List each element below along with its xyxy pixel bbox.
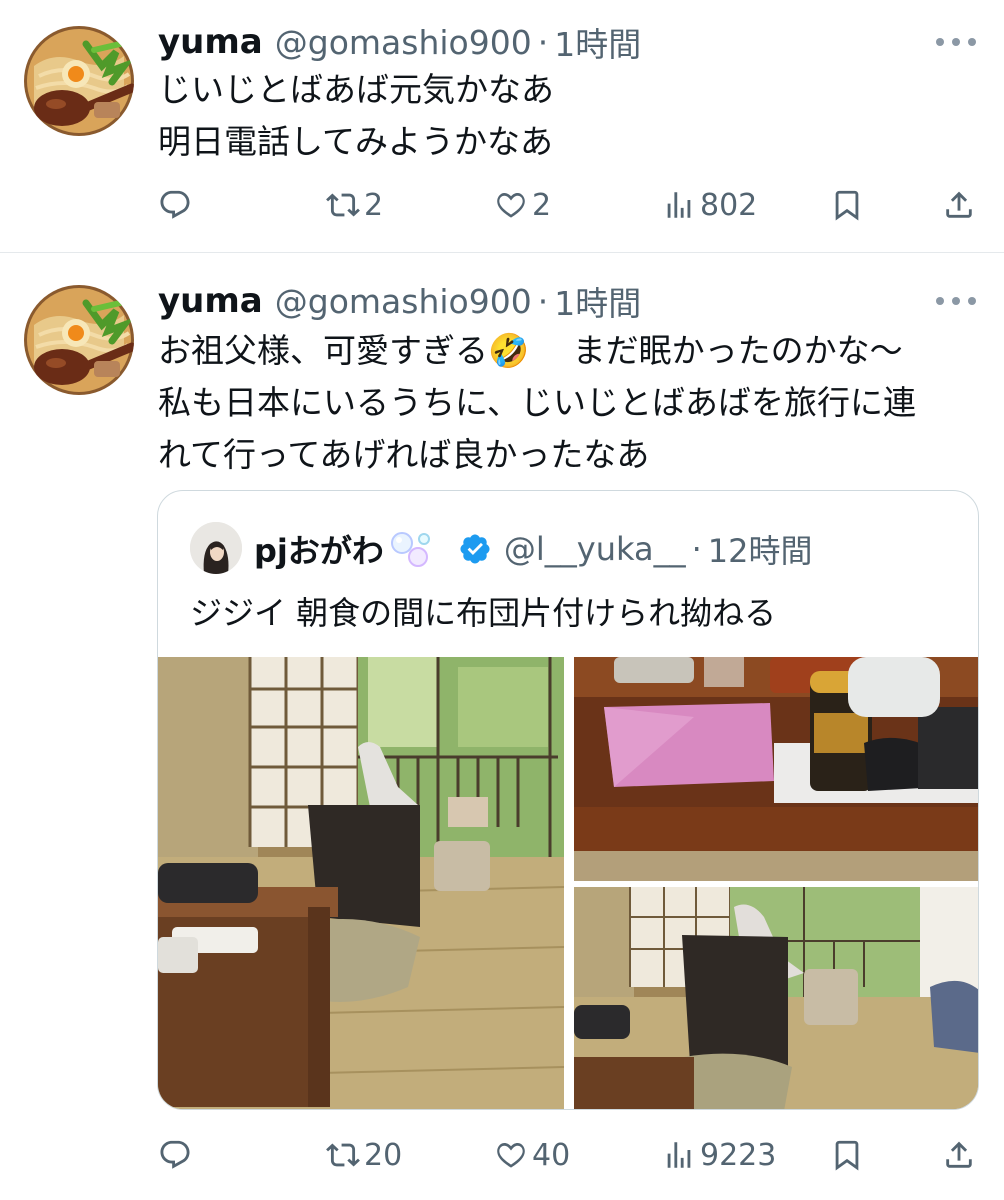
quote-text: ジジイ 朝食の間に布団片付けられ拗ねる bbox=[190, 594, 777, 632]
avatar[interactable] bbox=[190, 522, 242, 574]
tweet-text: じいじとばあば元気かなあ 明日電話してみようかなあ bbox=[158, 64, 554, 168]
share-icon bbox=[942, 188, 976, 222]
reply-button[interactable] bbox=[158, 183, 196, 227]
tweet-actions: 20 40 9223 bbox=[158, 1133, 978, 1177]
author-name[interactable]: yuma bbox=[158, 281, 263, 321]
avatar[interactable] bbox=[24, 285, 134, 395]
share-button[interactable] bbox=[942, 1133, 976, 1177]
like-icon bbox=[494, 1138, 528, 1172]
timestamp[interactable]: 1時間 bbox=[554, 18, 641, 66]
view-count: 9223 bbox=[700, 1137, 777, 1173]
quote-author-handle[interactable]: @l__yuka__ bbox=[504, 530, 686, 568]
share-button[interactable] bbox=[942, 183, 976, 227]
tweet-header: yuma @gomashio900 · 1時間 bbox=[158, 20, 641, 64]
reply-icon bbox=[158, 1138, 192, 1172]
tweet-text-line: じいじとばあば元気かなあ bbox=[158, 70, 554, 109]
views-icon bbox=[662, 188, 696, 222]
views-icon bbox=[662, 1138, 696, 1172]
photo-table[interactable] bbox=[574, 657, 978, 881]
view-count: 802 bbox=[700, 187, 758, 223]
tweet-text-line: 明日電話してみようかなあ bbox=[158, 122, 554, 161]
author-name[interactable]: yuma bbox=[158, 22, 263, 62]
photo-room[interactable] bbox=[158, 657, 564, 1109]
author-handle[interactable]: @gomashio900 bbox=[275, 23, 532, 62]
more-icon[interactable] bbox=[936, 36, 976, 48]
author-handle[interactable]: @gomashio900 bbox=[275, 282, 532, 321]
tweet-text: お祖父様、可愛すぎる🤣 まだ眠かったのかな〜 私も日本にいるうちに、じいじとばあ… bbox=[158, 325, 916, 481]
quote-media-grid bbox=[158, 657, 978, 1109]
tweet[interactable]: yuma @gomashio900 · 1時間 じいじとばあば元気かなあ 明日電… bbox=[0, 0, 1004, 252]
quoted-tweet[interactable]: pjおがわ @l__yuka__ · 12時間 ジジイ 朝食の間に布団片付けられ… bbox=[157, 490, 979, 1110]
tweet-text-line: れて行ってあげれば良かったなあ bbox=[158, 435, 650, 474]
bookmark-button[interactable] bbox=[830, 1133, 864, 1177]
verified-badge-icon[interactable] bbox=[458, 532, 492, 566]
quote-header: pjおがわ @l__yuka__ · 12時間 bbox=[254, 527, 812, 571]
tweet-text-line: 私も日本にいるうちに、じいじとばあばを旅行に連 bbox=[158, 383, 917, 422]
timestamp[interactable]: 1時間 bbox=[554, 277, 641, 325]
retweet-icon bbox=[326, 1138, 360, 1172]
separator-dot: · bbox=[691, 530, 702, 568]
share-icon bbox=[942, 1138, 976, 1172]
bookmark-icon bbox=[830, 188, 864, 222]
views-button[interactable]: 802 bbox=[662, 183, 757, 227]
like-button[interactable]: 40 bbox=[494, 1133, 570, 1177]
bookmark-button[interactable] bbox=[830, 183, 864, 227]
quote-timestamp[interactable]: 12時間 bbox=[708, 526, 813, 572]
tweet-text-line: お祖父様、可愛すぎる🤣 まだ眠かったのかな〜 bbox=[158, 331, 903, 370]
reply-button[interactable] bbox=[158, 1133, 196, 1177]
more-icon[interactable] bbox=[936, 295, 976, 307]
bubbles-icon bbox=[390, 532, 430, 567]
separator-dot: · bbox=[537, 22, 549, 62]
like-count: 40 bbox=[532, 1137, 571, 1173]
like-icon bbox=[494, 188, 528, 222]
retweet-count: 2 bbox=[364, 187, 384, 223]
quote-author-name[interactable]: pjおがわ bbox=[254, 526, 384, 572]
separator-dot: · bbox=[537, 281, 549, 321]
reply-icon bbox=[158, 188, 192, 222]
retweet-count: 20 bbox=[364, 1137, 403, 1173]
bookmark-icon bbox=[830, 1138, 864, 1172]
retweet-button[interactable]: 2 bbox=[326, 183, 383, 227]
tweet-actions: 2 2 802 bbox=[158, 183, 978, 227]
like-count: 2 bbox=[532, 187, 552, 223]
retweet-button[interactable]: 20 bbox=[326, 1133, 402, 1177]
tweet-header: yuma @gomashio900 · 1時間 bbox=[158, 279, 641, 323]
avatar[interactable] bbox=[24, 26, 134, 136]
views-button[interactable]: 9223 bbox=[662, 1133, 776, 1177]
like-button[interactable]: 2 bbox=[494, 183, 551, 227]
retweet-icon bbox=[326, 188, 360, 222]
photo-room-2[interactable] bbox=[574, 887, 978, 1109]
